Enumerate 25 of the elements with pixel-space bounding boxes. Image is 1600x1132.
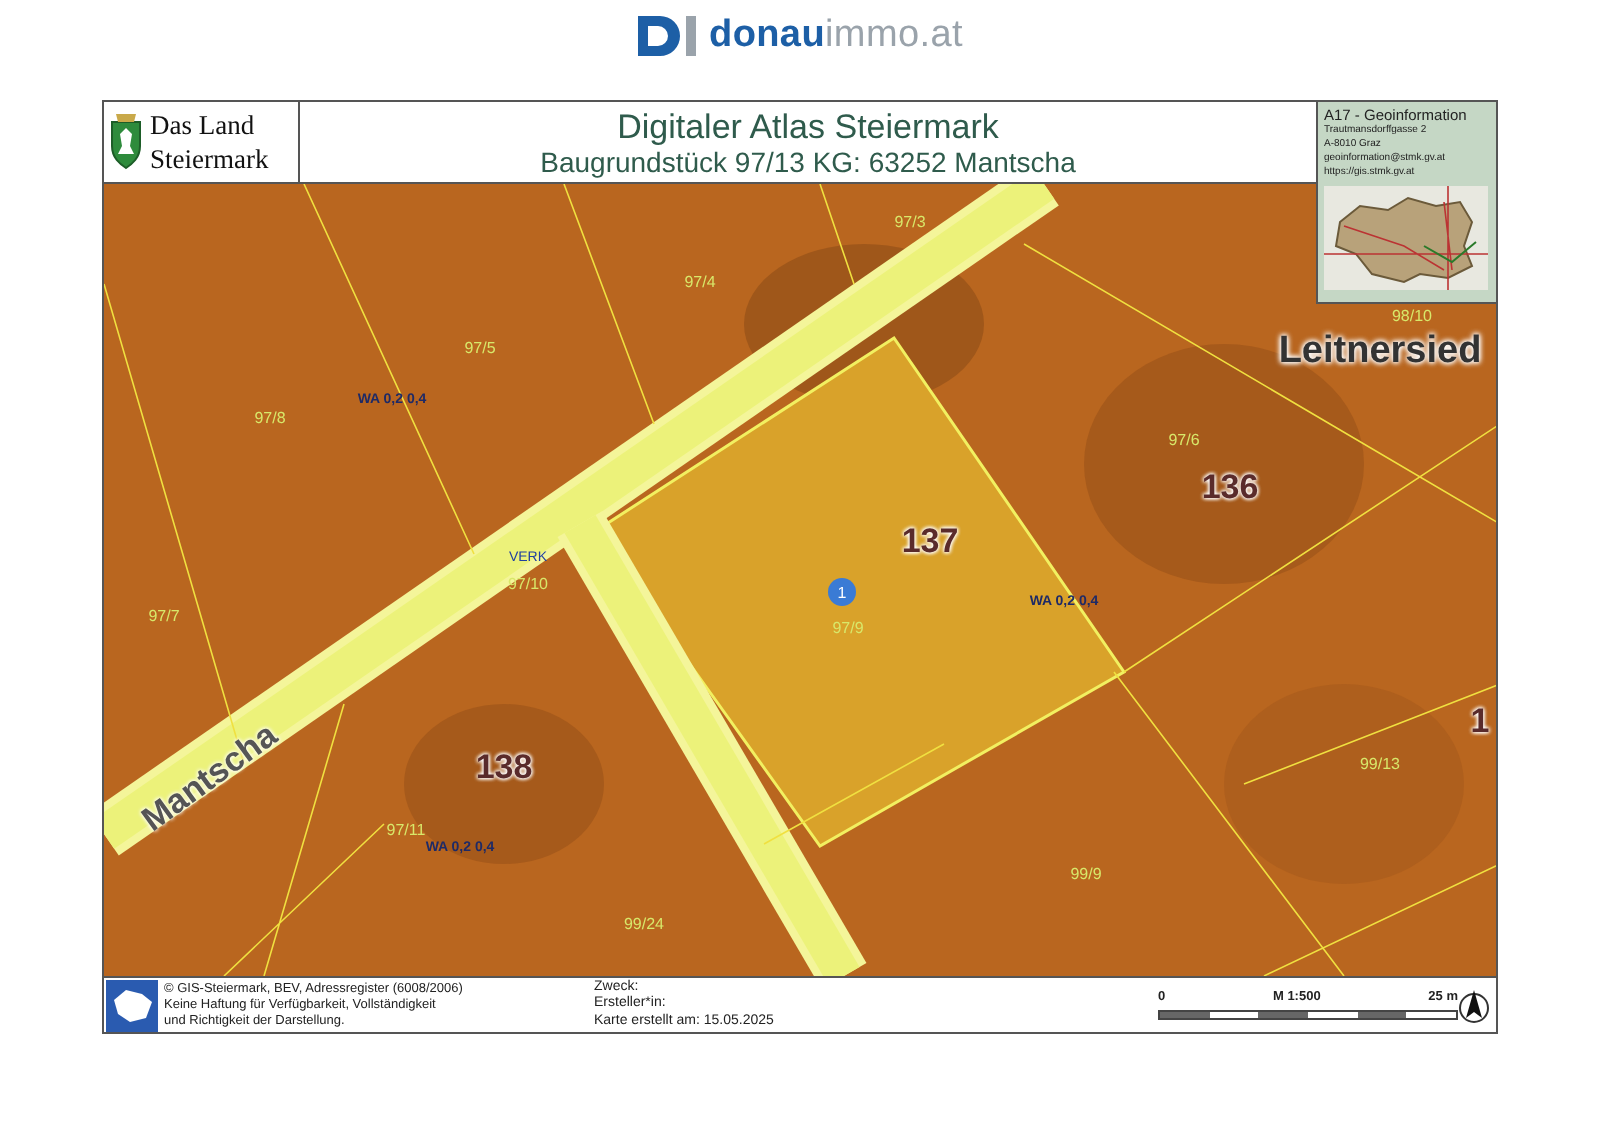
parcel-number: 97/4: [684, 273, 716, 291]
coat-of-arms-icon: [108, 114, 144, 170]
parcel-number: 99/9: [1070, 865, 1102, 883]
parcel-number: 97/11: [386, 821, 426, 839]
parcel-number: 97/3: [894, 213, 926, 231]
logo-text: Steiermark: [150, 142, 269, 176]
parcel-number: 97/6: [1168, 431, 1200, 449]
parcel-number: 99/13: [1359, 755, 1401, 773]
house-number: 136: [1201, 468, 1259, 508]
brand-name: donauimmo.at: [709, 14, 963, 58]
brand-logo-icon: [637, 16, 698, 56]
place-name: Leitnersied: [1278, 330, 1482, 374]
map-title: Digitaler Atlas Steiermark: [617, 107, 999, 145]
parcel-number: 97/8: [254, 409, 286, 427]
house-number: 138: [475, 748, 533, 788]
parcel-number: 98/10: [1391, 307, 1433, 325]
parcel-number: 97/7: [148, 607, 180, 625]
parcel-number: 99/24: [623, 915, 665, 933]
house-number: 137: [901, 522, 959, 562]
house-number: 1: [1470, 702, 1490, 742]
map-subtitle: Baugrundstück 97/13 KG: 63252 Mantscha: [540, 145, 1076, 177]
parcel-number: 97/5: [464, 339, 496, 357]
logo-text: Das Land: [150, 108, 257, 142]
parcel-number: 97/9: [832, 619, 864, 637]
parcel-number: 97/10: [507, 575, 549, 593]
